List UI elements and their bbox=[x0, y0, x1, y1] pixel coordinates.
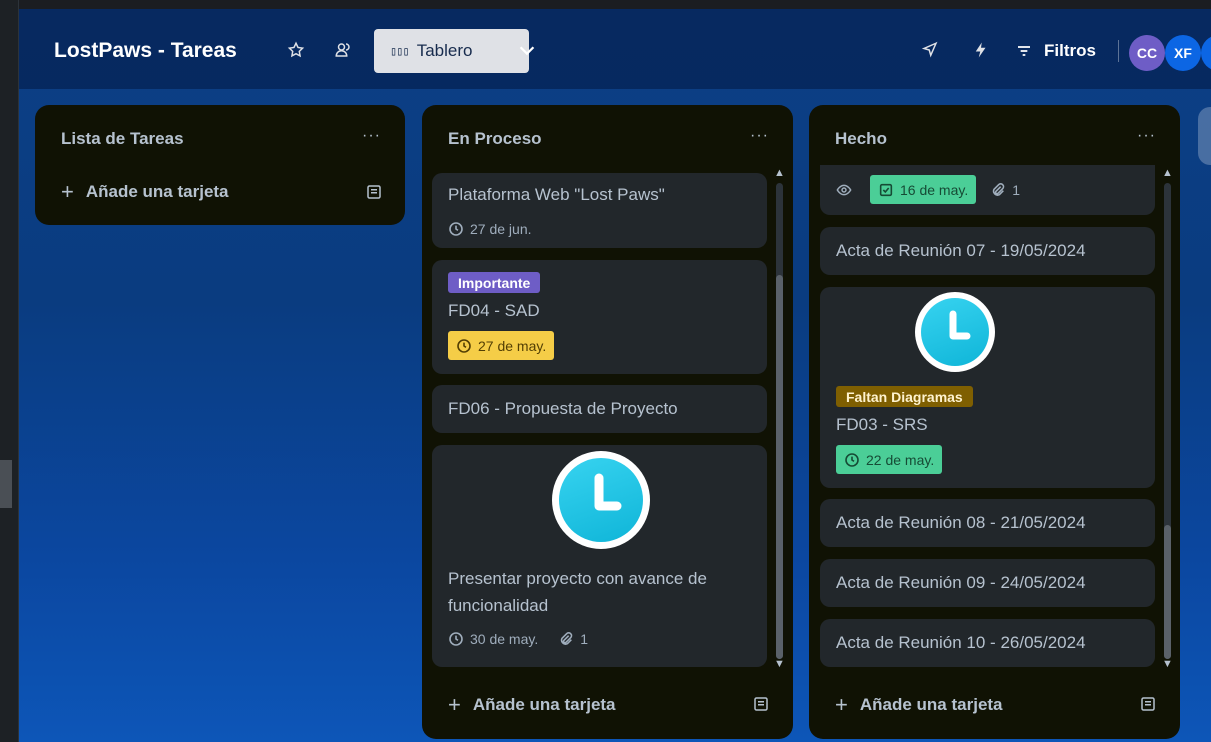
people-icon[interactable] bbox=[332, 39, 354, 61]
card-title: Acta de Reunión 08 - 21/05/2024 bbox=[836, 513, 1086, 532]
add-card-label: Añade una tarjeta bbox=[85, 182, 229, 201]
filter-icon bbox=[1018, 46, 1030, 56]
header-divider bbox=[1118, 40, 1119, 62]
avatar-cc[interactable]: CC bbox=[1129, 35, 1165, 71]
card-title: Presentar proyecto con avance de funcion… bbox=[448, 569, 707, 615]
clock-icon bbox=[449, 222, 463, 236]
list-lista-de-tareas: Lista de Tareas ··· + Añade una tarjeta bbox=[35, 105, 405, 225]
list-menu-button[interactable]: ··· bbox=[1137, 127, 1156, 145]
filters-button[interactable]: Filtros bbox=[1016, 41, 1096, 61]
plus-icon: + bbox=[61, 179, 74, 204]
avatar-i[interactable]: I bbox=[1201, 35, 1211, 71]
card-badges: 16 de may. 1 bbox=[836, 175, 1020, 204]
due-date-badge: 27 de jun. bbox=[448, 221, 532, 237]
add-card-button[interactable]: + Añade una tarjeta bbox=[61, 179, 229, 205]
board-view-button[interactable]: ▯▯▯ Tablero bbox=[374, 29, 529, 73]
clock-icon bbox=[449, 632, 463, 646]
board-view-icon: ▯▯▯ bbox=[390, 44, 410, 58]
card-template-icon[interactable] bbox=[365, 183, 383, 201]
list-scrollbar-thumb[interactable] bbox=[776, 275, 783, 659]
add-card-button[interactable]: + Añade una tarjeta bbox=[835, 692, 1003, 718]
board-title[interactable]: LostPaws - Tareas bbox=[54, 39, 237, 63]
card-plataforma-web[interactable]: Plataforma Web "Lost Paws" 27 de jun. bbox=[432, 173, 767, 248]
due-date-text: 30 de may. bbox=[470, 631, 539, 647]
avatar-xf[interactable]: XF bbox=[1165, 35, 1201, 71]
due-date-badge[interactable]: 22 de may. bbox=[836, 445, 943, 474]
checkbox-icon bbox=[879, 183, 893, 196]
plus-icon: + bbox=[835, 692, 848, 717]
card-badges: 30 de may. 1 bbox=[448, 631, 588, 647]
attachment-count: 1 bbox=[580, 631, 589, 647]
list-en-proceso: En Proceso ··· Plataforma Web "Lost Paws… bbox=[422, 105, 793, 739]
scroll-down-icon[interactable]: ▼ bbox=[1162, 658, 1173, 670]
card-acta-09[interactable]: Acta de Reunión 09 - 24/05/2024 bbox=[820, 559, 1155, 607]
board-view-label: Tablero bbox=[416, 41, 473, 60]
add-list-placeholder[interactable] bbox=[1198, 107, 1211, 165]
paperclip-icon bbox=[561, 632, 573, 645]
list-menu-button[interactable]: ··· bbox=[750, 127, 769, 145]
card-label-importante[interactable]: Importante bbox=[448, 272, 541, 293]
clock-cover-icon bbox=[915, 292, 995, 372]
card-title: Acta de Reunión 07 - 19/05/2024 bbox=[836, 241, 1086, 260]
card-title: FD04 - SAD bbox=[448, 301, 540, 320]
list-title[interactable]: Hecho bbox=[835, 129, 887, 149]
card-title: Plataforma Web "Lost Paws" bbox=[448, 185, 665, 204]
card-title: Acta de Reunión 10 - 26/05/2024 bbox=[836, 633, 1086, 652]
scroll-down-icon[interactable]: ▼ bbox=[774, 658, 785, 670]
list-menu-button[interactable]: ··· bbox=[362, 127, 381, 145]
card-label-faltan-diagramas[interactable]: Faltan Diagramas bbox=[836, 386, 973, 407]
card-fd03-srs[interactable]: Faltan Diagramas FD03 - SRS 22 de may. bbox=[820, 287, 1155, 488]
left-edge-handle bbox=[0, 460, 12, 508]
plus-icon: + bbox=[448, 692, 461, 717]
attachment-count: 1 bbox=[1012, 181, 1021, 198]
card-template-icon[interactable] bbox=[752, 695, 770, 713]
scroll-up-icon[interactable]: ▲ bbox=[774, 167, 785, 179]
due-date-badge[interactable]: 27 de may. bbox=[448, 331, 555, 360]
card-acta-08[interactable]: Acta de Reunión 08 - 21/05/2024 bbox=[820, 499, 1155, 547]
scroll-up-icon[interactable]: ▲ bbox=[1162, 167, 1173, 179]
clock-cover-icon bbox=[552, 451, 650, 549]
clock-icon bbox=[457, 338, 471, 353]
list-title[interactable]: En Proceso bbox=[448, 129, 542, 149]
rocket-icon[interactable] bbox=[919, 39, 941, 61]
chevron-down-icon[interactable] bbox=[516, 39, 538, 61]
list-scrollbar-thumb[interactable] bbox=[1164, 525, 1171, 659]
clock-icon bbox=[845, 452, 859, 467]
card-fd04-sad[interactable]: Importante FD04 - SAD 27 de may. bbox=[432, 260, 767, 374]
list-title[interactable]: Lista de Tareas bbox=[61, 129, 184, 149]
add-card-label: Añade una tarjeta bbox=[472, 695, 616, 714]
add-card-label: Añade una tarjeta bbox=[859, 695, 1003, 714]
star-icon[interactable] bbox=[285, 39, 307, 61]
board-canvas: LostPaws - Tareas ▯▯▯ Tablero Filtros CC… bbox=[19, 9, 1211, 742]
card-fd06-propuesta[interactable]: FD06 - Propuesta de Proyecto bbox=[432, 385, 767, 433]
list-hecho: Hecho ··· 16 de may. 1 Acta de Reunión 0… bbox=[809, 105, 1180, 739]
board-header: LostPaws - Tareas ▯▯▯ Tablero Filtros CC… bbox=[19, 9, 1211, 89]
card-title: FD03 - SRS bbox=[836, 415, 928, 434]
add-card-button[interactable]: + Añade una tarjeta bbox=[448, 692, 616, 718]
card-template-icon[interactable] bbox=[1139, 695, 1157, 713]
left-edge-strip bbox=[0, 0, 19, 742]
card-acta-10[interactable]: Acta de Reunión 10 - 26/05/2024 bbox=[820, 619, 1155, 667]
eye-icon bbox=[836, 184, 852, 195]
filters-label: Filtros bbox=[1044, 41, 1096, 60]
paperclip-icon bbox=[993, 182, 1005, 196]
card-title: FD06 - Propuesta de Proyecto bbox=[448, 399, 678, 418]
card-acta-07[interactable]: Acta de Reunión 07 - 19/05/2024 bbox=[820, 227, 1155, 275]
card-presentar-proyecto[interactable]: Presentar proyecto con avance de funcion… bbox=[432, 445, 767, 667]
card-title: Acta de Reunión 09 - 24/05/2024 bbox=[836, 573, 1086, 592]
bolt-icon[interactable] bbox=[970, 39, 992, 61]
card-partial-top[interactable]: 16 de may. 1 bbox=[820, 165, 1155, 215]
